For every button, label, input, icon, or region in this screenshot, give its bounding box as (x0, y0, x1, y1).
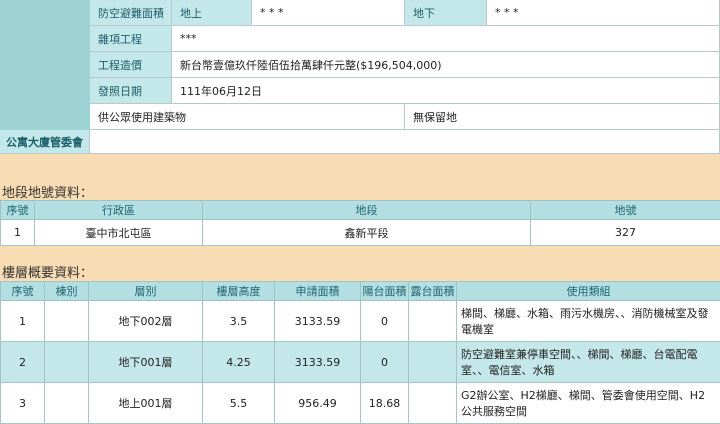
land-header-index: 序號 (0, 200, 35, 220)
floor-cell-building (44, 341, 89, 383)
below-ground-label: 地下 (405, 0, 487, 26)
floor-cell-area: 956.49 (274, 382, 361, 424)
floor-cell-floor: 地下002層 (88, 300, 203, 342)
land-cell-number: 327 (530, 219, 720, 246)
floors-header-balcony: 陽台面積 (360, 281, 409, 301)
table-row: 1 地下002層 3.5 3133.59 0 梯間、梯廳、水箱、雨污水機房、、消… (0, 300, 720, 342)
floor-cell-balcony: 18.68 (360, 382, 409, 424)
below-ground-value: * * * (487, 0, 720, 26)
floors-header-row: 序號 棟別 層別 樓層高度 申請面積 陽台面積 露台面積 使用類組 (0, 281, 720, 301)
land-table: 序號 行政區 地段 地號 1 臺中市北屯區 鑫新平段 327 (0, 200, 720, 246)
floor-cell-usage: G2辦公室、H2梯廳、梯間、管委會使用空間、H2公共服務空間 (456, 382, 720, 424)
cost-label: 工程造價 (90, 52, 172, 78)
floor-cell-height: 3.5 (202, 300, 275, 342)
floor-cell-index: 3 (0, 382, 45, 424)
floor-cell-height: 4.25 (202, 341, 275, 383)
shelter-area-label: 防空避難面積 (90, 0, 172, 26)
land-header-number: 地號 (530, 200, 720, 220)
left-bar (0, 0, 90, 130)
floors-header-building: 棟別 (44, 281, 89, 301)
issue-date-value: 111年06月12日 (172, 78, 720, 104)
floor-cell-index: 2 (0, 341, 45, 383)
floor-cell-building (44, 300, 89, 342)
land-section-title: 地段地號資料： (2, 186, 94, 201)
land-cell-section: 鑫新平段 (202, 219, 531, 246)
floors-section-title: 樓層概要資料： (2, 266, 94, 281)
floor-cell-balcony: 0 (360, 300, 409, 342)
floors-header-floor: 層別 (88, 281, 203, 301)
table-row: 1 臺中市北屯區 鑫新平段 327 (0, 219, 720, 246)
cost-value: 新台幣壹億玖仟陸佰伍拾萬肆仟元整($196,504,000) (172, 52, 720, 78)
land-cell-district: 臺中市北屯區 (34, 219, 203, 246)
floor-cell-area: 3133.59 (274, 300, 361, 342)
floors-table: 序號 棟別 層別 樓層高度 申請面積 陽台面積 露台面積 使用類組 1 地下00… (0, 281, 720, 424)
floors-header-usage: 使用類組 (456, 281, 720, 301)
public-use-text: 供公眾使用建築物 (90, 104, 405, 130)
floors-header-index: 序號 (0, 281, 45, 301)
floors-header-area: 申請面積 (274, 281, 361, 301)
land-header-section: 地段 (202, 200, 531, 220)
floors-header-height: 樓層高度 (202, 281, 275, 301)
issue-date-label: 發照日期 (90, 78, 172, 104)
misc-work-value: *** (172, 26, 720, 52)
floor-cell-terrace (408, 341, 457, 383)
floor-cell-usage: 梯間、梯廳、水箱、雨污水機房、、消防機械室及發電機室 (456, 300, 720, 342)
misc-work-label: 雜項工程 (90, 26, 172, 52)
land-header-row: 序號 行政區 地段 地號 (0, 200, 720, 220)
floor-cell-usage: 防空避難室兼停車空間、、梯間、梯廳、台電配電室、、電信室、水箱 (456, 341, 720, 383)
floor-cell-area: 3133.59 (274, 341, 361, 383)
above-ground-label: 地上 (172, 0, 252, 26)
committee-label: 公寓大廈管委會 (0, 130, 90, 154)
table-row: 2 地下001層 4.25 3133.59 0 防空避難室兼停車空間、、梯間、梯… (0, 341, 720, 383)
committee-value (90, 130, 720, 154)
land-header-district: 行政區 (34, 200, 203, 220)
floor-cell-floor: 地下001層 (88, 341, 203, 383)
floor-cell-index: 1 (0, 300, 45, 342)
floor-cell-terrace (408, 382, 457, 424)
floor-cell-building (44, 382, 89, 424)
floor-cell-floor: 地上001層 (88, 382, 203, 424)
floor-cell-height: 5.5 (202, 382, 275, 424)
floors-header-terrace: 露台面積 (408, 281, 457, 301)
no-reserve-text: 無保留地 (405, 104, 720, 130)
land-cell-index: 1 (0, 219, 35, 246)
table-row: 3 地上001層 5.5 956.49 18.68 G2辦公室、H2梯廳、梯間、… (0, 382, 720, 424)
floor-cell-balcony: 0 (360, 341, 409, 383)
floor-cell-terrace (408, 300, 457, 342)
above-ground-value: * * * (252, 0, 405, 26)
